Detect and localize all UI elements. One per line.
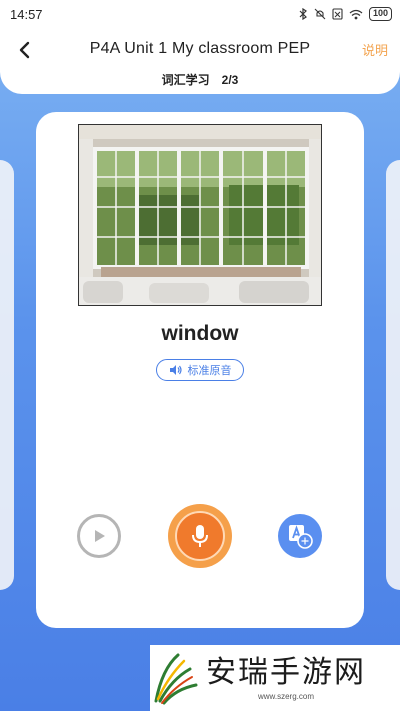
play-recording-button[interactable] [77, 514, 121, 558]
wifi-icon [349, 9, 363, 19]
status-time: 14:57 [10, 6, 43, 22]
watermark-title: 安瑞手游网 [206, 654, 366, 690]
record-button-inner [175, 511, 225, 561]
play-icon [95, 530, 105, 542]
speaker-icon [169, 365, 182, 375]
bluetooth-icon [299, 8, 307, 20]
explain-button[interactable]: 说明 [362, 40, 388, 59]
watermark: 安瑞手游网 www.szerg.com [150, 645, 400, 711]
previous-card-peek[interactable] [0, 160, 14, 590]
section-progress: 词汇学习 2/3 [0, 71, 400, 88]
chevron-left-icon [19, 41, 30, 59]
next-card-peek[interactable] [386, 160, 400, 590]
translate-icon [289, 525, 313, 549]
watermark-url: www.szerg.com [257, 691, 314, 701]
back-button[interactable] [12, 36, 36, 64]
microphone-icon [192, 525, 208, 547]
section-label: 词汇学习 [161, 73, 210, 87]
progress-counter: 2/3 [221, 73, 239, 87]
sim-off-icon [332, 8, 343, 20]
status-bar: 14:57 100 [0, 0, 400, 28]
word-image [78, 124, 322, 306]
vocabulary-word: window [161, 322, 239, 345]
standard-audio-label: 标准原音 [187, 365, 232, 377]
status-icons: 100 [298, 7, 392, 21]
translate-button[interactable] [278, 514, 322, 558]
watermark-logo [154, 653, 198, 705]
battery-icon: 100 [368, 7, 392, 21]
mute-icon [314, 8, 326, 20]
word-card: window 标准原音 [36, 112, 364, 628]
page-title: P4A Unit 1 My classroom PEP [89, 40, 311, 57]
record-button[interactable] [168, 504, 232, 568]
header: P4A Unit 1 My classroom PEP 说明 词汇学习 2/3 [0, 28, 400, 94]
standard-audio-button[interactable]: 标准原音 [156, 359, 244, 381]
